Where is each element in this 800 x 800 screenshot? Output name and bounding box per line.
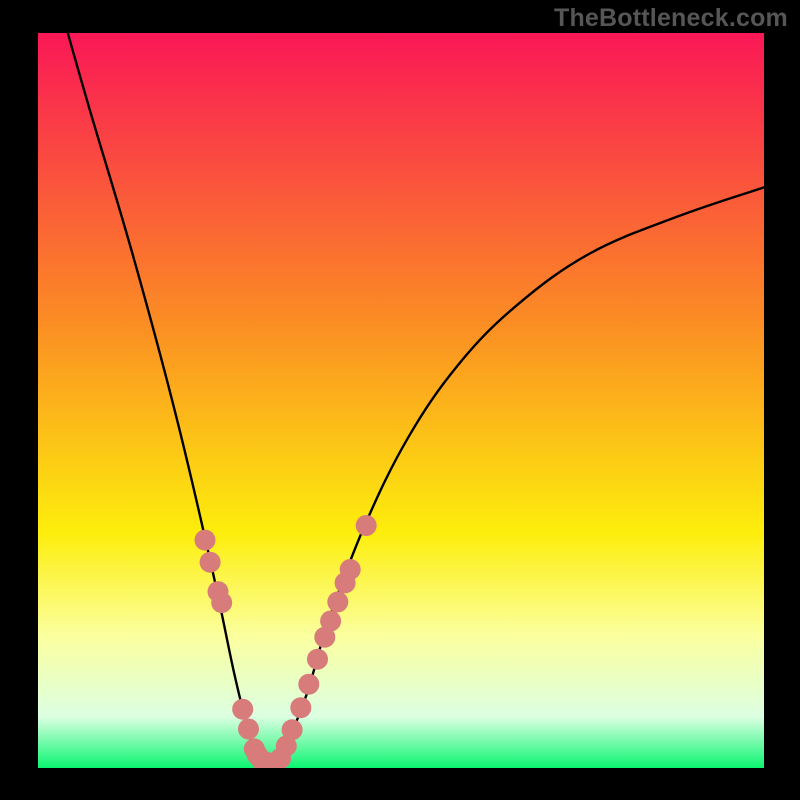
bead-marker (211, 592, 232, 613)
bead-marker (340, 559, 361, 580)
bead-marker (290, 697, 311, 718)
bead-marker (238, 719, 259, 740)
bead-marker (232, 699, 253, 720)
bead-marker (282, 719, 303, 740)
bead-marker (298, 674, 319, 695)
bead-marker (195, 530, 216, 551)
bead-marker (320, 611, 341, 632)
bead-marker (356, 515, 377, 536)
attribution-label: TheBottleneck.com (554, 4, 788, 33)
bead-marker (200, 552, 221, 573)
plot-background (38, 33, 764, 768)
plot-svg (0, 0, 800, 800)
bead-marker (327, 591, 348, 612)
chart-canvas: TheBottleneck.com (0, 0, 800, 800)
bead-marker (307, 649, 328, 670)
